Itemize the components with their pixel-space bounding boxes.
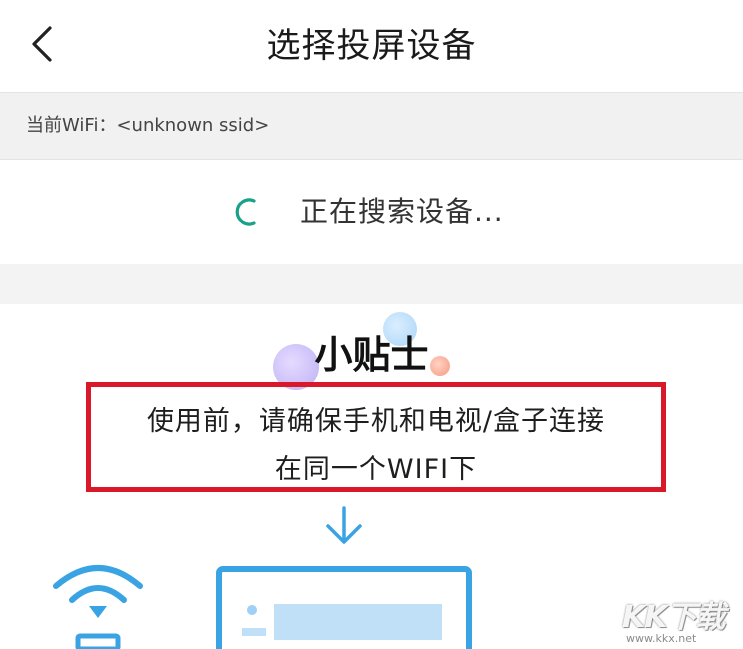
page-title: 选择投屏设备 — [266, 26, 477, 66]
search-status-row: 正在搜索设备... — [0, 160, 743, 264]
wifi-icon — [53, 565, 143, 649]
search-status-text: 正在搜索设备... — [300, 195, 504, 228]
tip-text-line2: 在同一个WIFI下 — [274, 454, 478, 485]
current-wifi-label: 当前WiFi：<unknown ssid> — [26, 115, 270, 136]
site-watermark: KK下载 www.kkx.net — [622, 592, 740, 648]
section-divider — [0, 264, 743, 304]
current-wifi-bar: 当前WiFi：<unknown ssid> — [0, 92, 743, 160]
tip-highlight-box: 使用前，请确保手机和电视/盒子连接 在同一个WIFI下 — [86, 382, 666, 492]
watermark-url: www.kkx.net — [626, 632, 697, 645]
tv-screen-icon — [216, 566, 472, 649]
arrow-down-icon — [326, 506, 362, 544]
watermark-brand: KK下载 — [622, 600, 725, 635]
header: 选择投屏设备 — [0, 0, 743, 92]
tips-title: 小贴士 — [314, 333, 429, 377]
loading-spinner-icon — [235, 198, 256, 226]
tip-text-line1: 使用前，请确保手机和电视/盒子连接 — [146, 406, 606, 437]
